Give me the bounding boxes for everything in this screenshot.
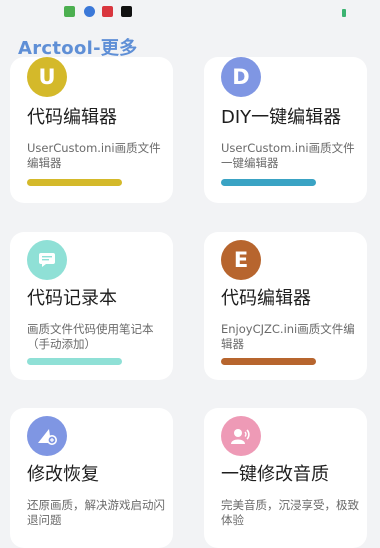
card-title: 代码编辑器	[221, 288, 311, 309]
card-accent-bar	[221, 358, 316, 365]
card-audio-quality[interactable]: 一键修改音质 完美音质，沉浸享受，极致体验	[204, 408, 367, 548]
card-description: 还原画质，解决游戏启动闪退问题	[27, 498, 165, 527]
card-accent-bar	[221, 179, 316, 186]
card-code-editor-enjoycjzc[interactable]: E 代码编辑器 EnjoyCJZC.ini画质文件编辑器	[204, 232, 367, 380]
card-accent-bar	[27, 179, 122, 186]
letter-u-icon: U	[27, 57, 67, 97]
app-notification-icon	[64, 6, 75, 17]
card-description: 画质文件代码使用笔记本（手动添加）	[27, 322, 154, 351]
card-description: EnjoyCJZC.ini画质文件编辑器	[221, 322, 355, 351]
card-code-editor-usercustom[interactable]: U 代码编辑器 UserCustom.ini画质文件编辑器	[10, 57, 173, 203]
card-diy-editor[interactable]: D DIY一键编辑器 UserCustom.ini画质文件一键编辑器	[204, 57, 367, 203]
letter-e-icon: E	[221, 240, 261, 280]
card-title: DIY一键编辑器	[221, 107, 342, 128]
card-title: 代码编辑器	[27, 107, 117, 128]
letter-d-icon: D	[221, 57, 261, 97]
browser-notification-icon	[84, 6, 95, 17]
card-description: 完美音质，沉浸享受，极致体验	[221, 498, 359, 527]
card-accent-bar	[27, 358, 122, 365]
repair-icon	[27, 416, 67, 456]
news-notification-icon	[102, 6, 113, 17]
card-code-notebook[interactable]: 代码记录本 画质文件代码使用笔记本（手动添加）	[10, 232, 173, 380]
status-bar	[0, 0, 380, 22]
card-description: UserCustom.ini画质文件编辑器	[27, 141, 161, 170]
card-title: 一键修改音质	[221, 464, 329, 485]
message-icon	[27, 240, 67, 280]
card-title: 修改恢复	[27, 464, 99, 485]
battery-icon	[342, 9, 346, 17]
card-title: 代码记录本	[27, 288, 117, 309]
card-description: UserCustom.ini画质文件一键编辑器	[221, 141, 355, 170]
audio-icon	[221, 416, 261, 456]
tiktok-icon	[121, 6, 132, 17]
card-restore-changes[interactable]: 修改恢复 还原画质，解决游戏启动闪退问题	[10, 408, 173, 548]
